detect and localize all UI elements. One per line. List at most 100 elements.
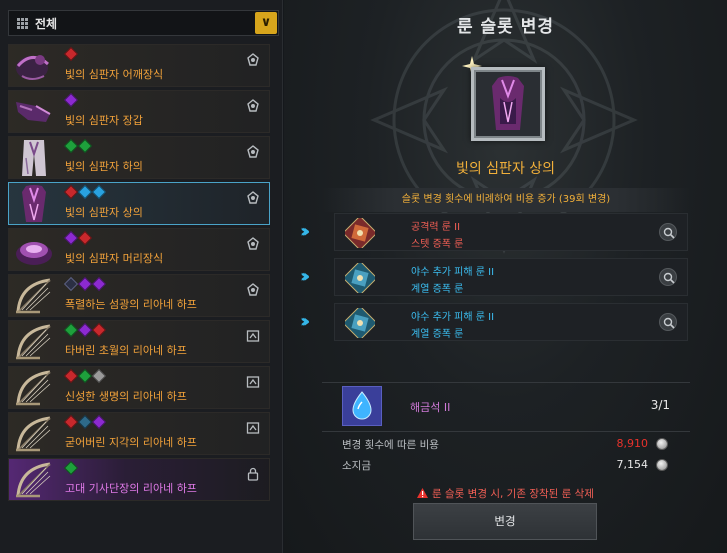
equipment-item[interactable]: 타버린 초월의 리아네 하프 — [8, 320, 270, 363]
cost-row: 변경 횟수에 따른 비용 8,910 — [342, 437, 672, 453]
warning-message: 룬 슬롯 변경 시, 기존 장착된 룬 삭제 — [284, 486, 727, 501]
blue-gem-icon — [77, 184, 93, 200]
rune-name: 공격력 룬 II — [411, 222, 461, 233]
red-gem-icon — [91, 322, 107, 338]
search-icon[interactable] — [659, 223, 677, 241]
rune-slot-row[interactable]: 공격력 룬 II 스텟 증폭 룬 — [334, 213, 688, 251]
equipment-item[interactable]: 빛의 심판자 상의 — [8, 182, 270, 225]
green-gem-icon — [63, 460, 79, 476]
red-gem-icon — [63, 368, 79, 384]
purple-gem-icon — [63, 230, 79, 246]
rune-slot-gems — [63, 92, 79, 108]
equipment-name: 신성한 생명의 리아네 하프 — [65, 390, 187, 403]
green-gem-icon — [63, 138, 79, 154]
red-gem-icon — [63, 184, 79, 200]
rune-slot-gems — [63, 184, 107, 200]
grid-icon — [17, 18, 28, 29]
equipment-item[interactable]: 빛의 심판자 장갑 — [8, 90, 270, 133]
equipment-thumbnail — [10, 46, 58, 86]
divider — [322, 382, 690, 383]
warning-icon — [417, 488, 429, 498]
panel-title: 룬 슬롯 변경 — [456, 17, 555, 37]
equipment-item[interactable]: 빛의 심판자 하의 — [8, 136, 270, 179]
rune-slot-gems — [63, 414, 107, 430]
green-gem-icon — [63, 322, 79, 338]
lock-type-icon — [246, 466, 260, 481]
equipment-thumbnail — [10, 460, 58, 500]
category-filter-dropdown[interactable]: 전체 ∨ — [8, 10, 279, 36]
red-gem-icon — [77, 230, 93, 246]
unlock-stone-icon — [342, 386, 382, 426]
rune-type-icon — [246, 236, 260, 250]
green-gem-icon — [77, 138, 93, 154]
divider — [322, 431, 690, 432]
silver-coin-icon — [656, 438, 668, 450]
rune-slot-gems — [63, 276, 107, 292]
green-gem-icon — [77, 368, 93, 384]
equipment-name: 고대 기사단장의 리아네 하프 — [65, 482, 197, 495]
purple-gem-icon — [91, 414, 107, 430]
equipment-item[interactable]: 굳어버린 지각의 리아네 하프 — [8, 412, 270, 455]
beast-rune-icon — [342, 305, 378, 341]
gray-gem-icon — [91, 368, 107, 384]
rune-type-icon — [246, 98, 260, 112]
filter-label: 전체 — [35, 17, 58, 31]
red-gem-icon — [63, 46, 79, 62]
equipment-item[interactable]: 빛의 심판자 머리장식 — [8, 228, 270, 271]
equipment-item[interactable]: 빛의 심판자 어깨장식 — [8, 44, 270, 87]
rune-slot-gems — [63, 322, 107, 338]
attack-rune-icon — [342, 215, 378, 251]
equipment-item[interactable]: 고대 기사단장의 리아네 하프 — [8, 458, 270, 501]
double-chevron-right-icon: ››› — [300, 311, 310, 332]
equipment-name: 빛의 심판자 하의 — [65, 160, 143, 173]
equipment-item[interactable]: 신성한 생명의 리아네 하프 — [8, 366, 270, 409]
rune-category: 스텟 증폭 룬 — [411, 239, 464, 250]
owned-money-value: 7,154 — [616, 458, 649, 471]
rune-slot-gems — [63, 138, 93, 154]
cost-value: 8,910 — [616, 437, 649, 450]
chevron-down-icon[interactable]: ∨ — [255, 12, 277, 34]
cost-label: 변경 횟수에 따른 비용 — [342, 439, 439, 451]
equipment-name: 빛의 심판자 머리장식 — [65, 252, 164, 265]
red-gem-icon — [63, 414, 79, 430]
change-button[interactable]: 변경 — [413, 503, 597, 540]
search-icon[interactable] — [659, 268, 677, 286]
equipment-thumbnail — [10, 230, 58, 270]
double-chevron-right-icon: ››› — [300, 221, 310, 242]
equipment-thumbnail — [10, 138, 58, 178]
teal-gem-icon — [77, 414, 93, 430]
double-chevron-right-icon: ››› — [300, 266, 310, 287]
equipment-list-panel: 전체 ∨ 빛의 심판자 어깨장식빛의 심판자 장갑빛의 심판자 하의빛의 심판자… — [0, 0, 283, 553]
equipment-item[interactable]: 폭렬하는 섬광의 리아네 하프 — [8, 274, 270, 317]
equipment-name: 타버린 초월의 리아네 하프 — [65, 344, 187, 357]
equipment-thumbnail — [10, 184, 58, 224]
rune-name: 야수 추가 피해 룬 II — [411, 312, 495, 323]
rune-type-icon — [246, 190, 260, 204]
cost-increase-note: 슬롯 변경 횟수에 비례하여 비용 증가 (39회 변경) — [322, 188, 690, 212]
equipment-thumbnail — [10, 368, 58, 408]
silver-coin-icon — [656, 459, 668, 471]
equipment-name: 굳어버린 지각의 리아네 하프 — [65, 436, 197, 449]
rune-type-icon — [246, 282, 260, 296]
rune-category: 계열 증폭 룬 — [411, 329, 464, 340]
equipment-name: 빛의 심판자 장갑 — [65, 114, 143, 127]
rune-slot-row[interactable]: 야수 추가 피해 룬 II 계열 증폭 룬 — [334, 258, 688, 296]
rune-slot-gems — [63, 368, 107, 384]
beast-rune-icon — [342, 260, 378, 296]
rune-type-icon — [246, 52, 260, 66]
rune-slot-change-panel: 룬 슬롯 변경 빛의 심판자 상의 슬롯 변경 횟수에 비례하여 비용 증가 (… — [284, 0, 727, 553]
weapon-type-icon — [246, 420, 260, 434]
rune-type-icon — [246, 144, 260, 158]
equipment-name: 빛의 심판자 어깨장식 — [65, 68, 164, 81]
weapon-type-icon — [246, 328, 260, 342]
equipment-thumbnail — [10, 322, 58, 362]
search-icon[interactable] — [659, 313, 677, 331]
rune-slot-gems — [63, 46, 79, 62]
equipment-name: 빛의 심판자 상의 — [65, 206, 143, 219]
equipment-thumbnail — [10, 92, 58, 132]
material-row: 해금석 II 3/1 — [322, 384, 690, 430]
selected-item-icon — [471, 67, 545, 141]
rune-slot-row[interactable]: 야수 추가 피해 룬 II 계열 증폭 룬 — [334, 303, 688, 341]
rune-name: 야수 추가 피해 룬 II — [411, 267, 495, 278]
equipment-name: 폭렬하는 섬광의 리아네 하프 — [65, 298, 197, 311]
